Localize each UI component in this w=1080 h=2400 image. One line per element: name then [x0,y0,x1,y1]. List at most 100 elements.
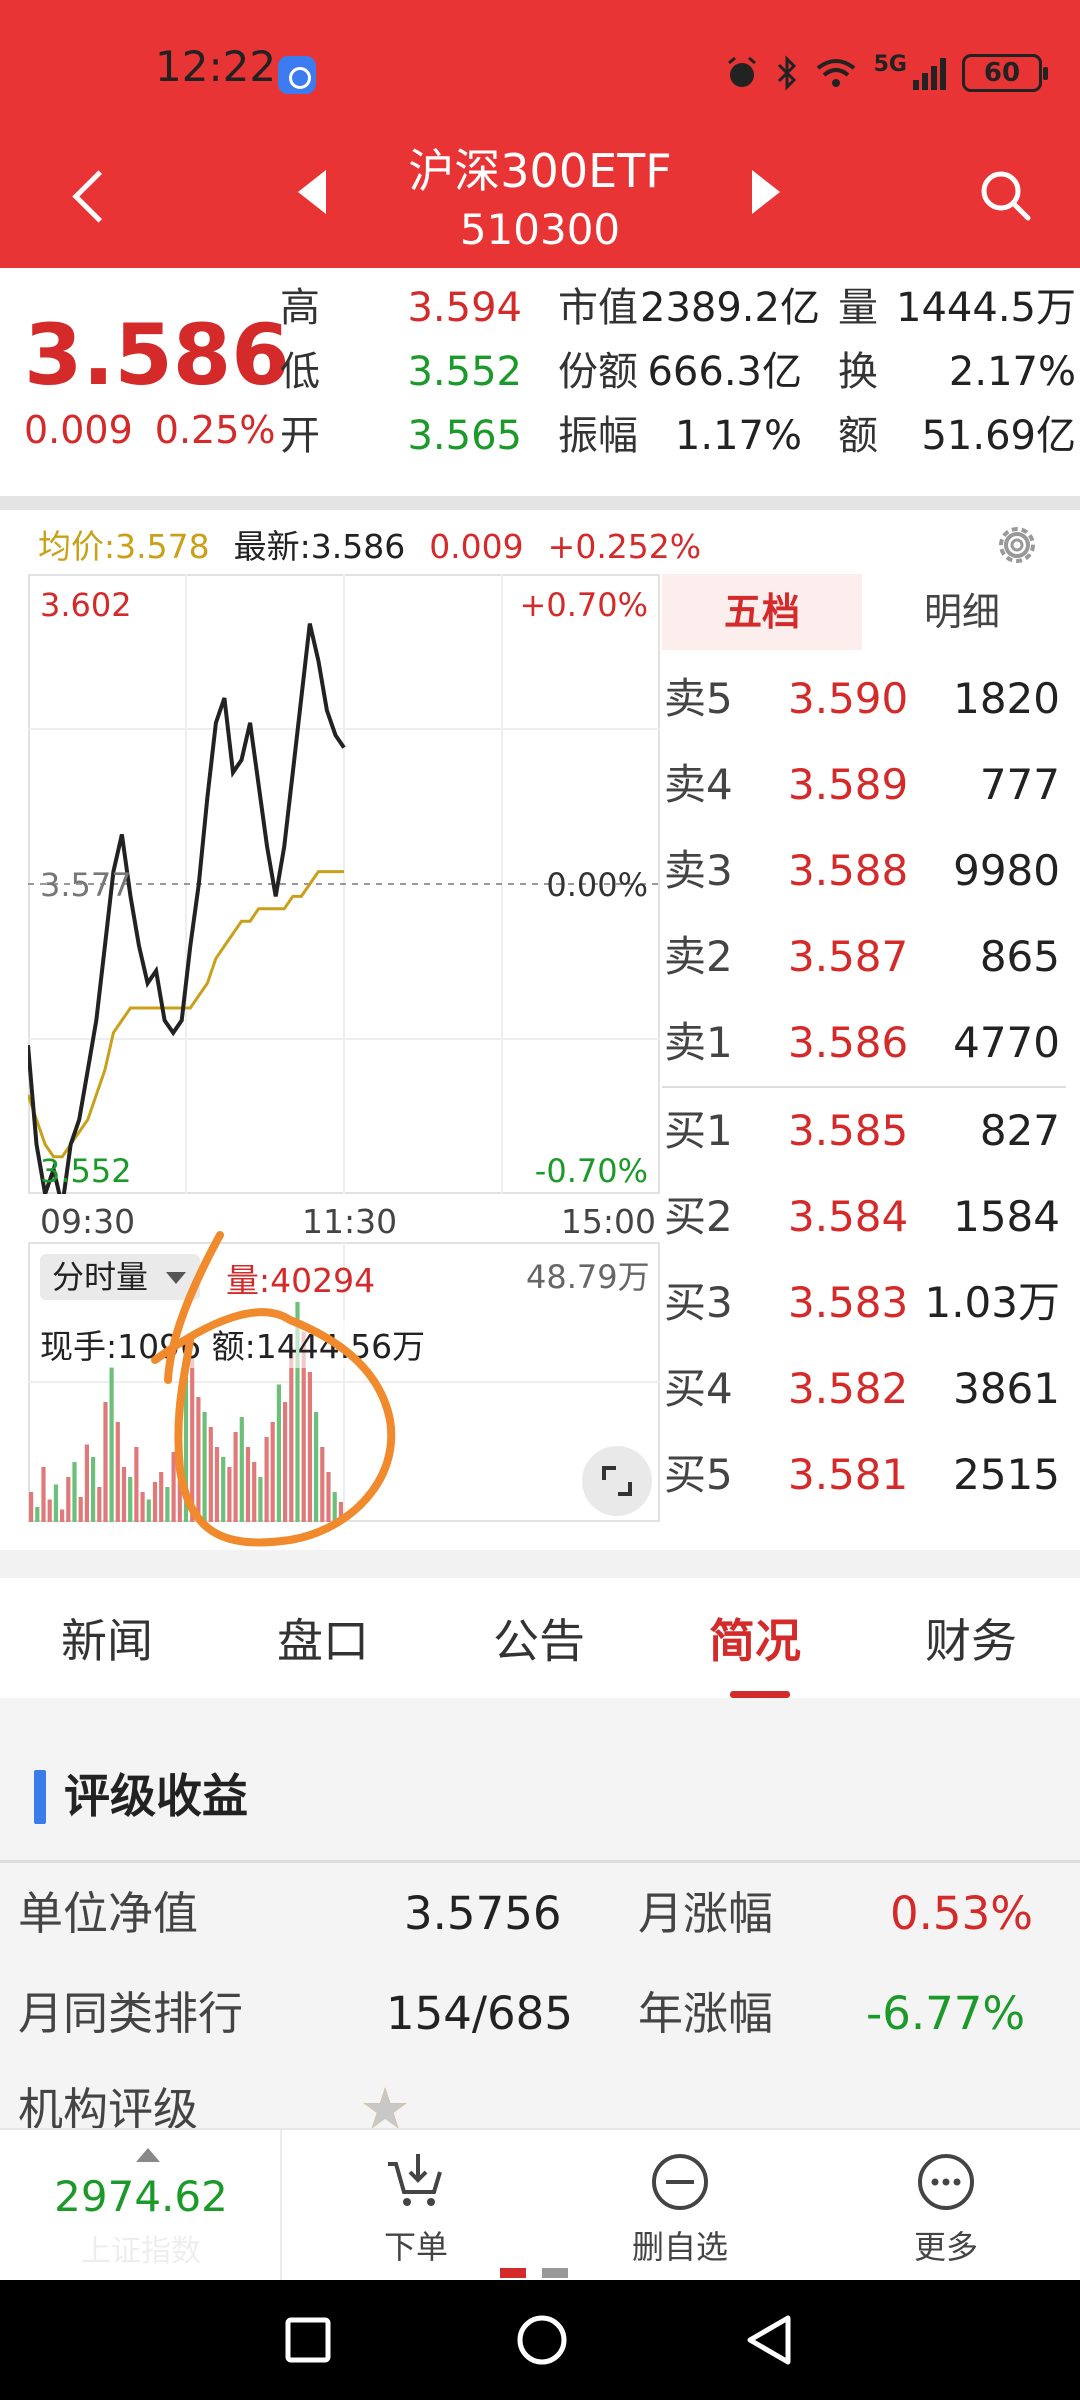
value-amount: 51.69亿 [921,413,1076,459]
pct-label-low: -0.70% [535,1152,648,1190]
bid-volume: 3861 [953,1364,1060,1413]
latest-price: 最新:3.586 [233,527,406,566]
volume-bar [84,1444,89,1522]
y-label-high: 3.602 [40,586,132,624]
latest-percent: +0.252% [547,527,702,566]
order-button[interactable]: 下单 [326,2130,506,2282]
tab-trade-detail[interactable]: 明细 [862,574,1062,650]
tab-market-depth[interactable]: 盘口 [233,1578,413,1698]
search-icon[interactable] [978,168,1032,222]
value-high: 3.594 [407,285,522,331]
ask-price: 3.587 [788,932,909,981]
next-stock-button[interactable] [752,170,780,214]
bid-volume: 2515 [953,1450,1060,1499]
hand-drawn-circle [151,1231,396,1547]
time-end: 15:00 [560,1202,656,1241]
recent-apps-icon[interactable] [282,2314,334,2366]
volume-bar [103,1402,108,1522]
org-rating-label: 机构评级 [18,2083,199,2128]
intraday-chart[interactable]: 3.602 3.577 3.552 +0.70% 0.00% -0.70% [28,574,660,1194]
network-type: 5G [873,51,907,77]
y-label-low: 3.552 [40,1152,132,1190]
stock-name: 沪深300ETF [408,144,672,198]
volume-bar [91,1457,96,1522]
volume-bar [72,1462,77,1522]
ask-row: 卖1 3.586 4770 [662,1000,1066,1086]
back-button[interactable] [60,160,120,230]
bid-volume: 827 [979,1106,1060,1155]
bid-volume: 1584 [953,1192,1060,1241]
battery-icon: 60 [962,54,1048,92]
change-value: 0.009 [24,408,133,452]
label-market-cap: 市值 [558,285,638,331]
cart-download-icon [388,2154,442,2206]
prev-stock-button[interactable] [298,170,326,214]
change-percent: 0.25% [154,408,276,452]
ask-volume: 865 [979,932,1060,981]
tab-financials[interactable]: 财务 [881,1578,1061,1698]
signal-icon [913,56,946,90]
fullscreen-icon[interactable] [582,1446,652,1516]
ask-volume: 1820 [953,674,1060,723]
settings-gear-icon[interactable] [990,518,1044,572]
ask-volume: 4770 [953,1018,1060,1067]
ask-label: 卖2 [664,932,733,981]
value-shares: 666.3亿 [647,349,802,395]
ask-label: 卖3 [664,846,733,895]
bid-label: 买2 [664,1192,733,1241]
bid-price: 3.581 [788,1450,909,1499]
quote-summary: 3.586 0.009 0.25% 高 低 开 3.594 3.552 3.565… [0,268,1080,496]
ask-label: 卖5 [664,674,733,723]
average-price: 均价:3.578 [38,527,210,566]
remove-watchlist-label: 删自选 [631,2228,728,2266]
tab-announcements[interactable]: 公告 [449,1578,629,1698]
volume-bar [78,1497,83,1522]
status-icons: 5G 60 [724,48,1048,98]
bid-row: 买4 3.582 3861 [662,1346,1066,1432]
month-return-label: 月涨幅 [638,1887,774,1940]
tab-news[interactable]: 新闻 [17,1578,197,1698]
page-indicator [500,2268,568,2278]
home-icon[interactable] [514,2312,570,2368]
app-notification-icon [278,56,316,94]
rating-row: 月同类排行 154/685 年涨幅 -6.77% [0,1964,1080,2064]
month-return-value: 0.53% [890,1887,1033,1940]
index-name: 上证指数 [81,2234,201,2269]
orderbook-tabs: 五档 明细 [662,574,1066,650]
stock-code: 510300 [459,205,621,254]
quote-values-col3: 1444.5万 2.17% 51.69亿 [880,276,1076,468]
latest-change: 0.009 [429,527,524,566]
volume-bar [134,1447,139,1522]
index-value: 2974.62 [54,2172,228,2221]
more-dots-icon [918,2154,974,2210]
ask-row: 卖5 3.590 1820 [662,656,1066,742]
remove-watchlist-button[interactable]: 删自选 [590,2130,770,2282]
volume-bar [128,1477,133,1522]
bid-row: 买2 3.584 1584 [662,1174,1066,1260]
ask-volume: 9980 [953,846,1060,895]
more-button[interactable]: 更多 [856,2130,1036,2282]
app-header: 12:22 5G 60 沪深300ETF 510300 [0,0,1080,268]
volume-bar [53,1484,58,1522]
pct-label-high: +0.70% [520,586,648,624]
last-price: 3.586 [24,306,290,404]
rating-section: 评级收益 单位净值 3.5756 月涨幅 0.53% 月同类排行 154/685… [0,1698,1080,2128]
intraday-info-line: 均价:3.578 最新:3.586 0.009 +0.252% [38,520,725,568]
label-low: 低 [280,349,320,395]
ask-price: 3.588 [788,846,909,895]
system-navigation-bar [0,2280,1080,2400]
tab-five-level[interactable]: 五档 [662,574,862,650]
value-volume: 1444.5万 [896,285,1076,331]
status-bar: 12:22 5G 60 [0,0,1080,140]
expand-up-icon [136,2148,160,2162]
star-icon: ★ [360,2077,411,2128]
wifi-icon [816,59,855,87]
index-ticker[interactable]: 2974.62 上证指数 [0,2130,282,2282]
divider [0,496,1080,510]
ask-price: 3.586 [788,1018,909,1067]
bid-row: 买1 3.585 827 [662,1088,1066,1174]
back-nav-icon[interactable] [742,2312,796,2368]
bid-row: 买3 3.583 1.03万 [662,1260,1066,1346]
volume-bar [41,1467,46,1522]
tab-overview[interactable]: 简况 [665,1578,845,1698]
